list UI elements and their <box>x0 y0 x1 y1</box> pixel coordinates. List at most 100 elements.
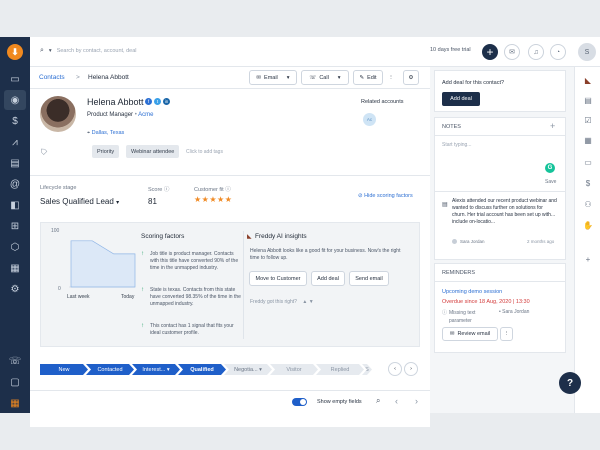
pipeline-stage[interactable]: New <box>40 364 88 375</box>
deals-icon[interactable]: $ <box>583 178 593 188</box>
customer-fit-stars: ★★★★★ <box>194 195 233 204</box>
twitter-icon[interactable]: t <box>154 98 161 105</box>
pipeline-next-icon[interactable]: › <box>404 362 418 376</box>
search-input[interactable]: Search by contact, account, deal <box>57 48 137 54</box>
products-icon[interactable]: ⊞ <box>7 218 23 234</box>
grammarly-icon[interactable]: G <box>545 163 555 173</box>
edit-button-label: Edit <box>367 74 377 81</box>
more-options-icon[interactable]: ⋮ <box>500 327 513 341</box>
contacts-icon[interactable]: ◉ <box>4 90 26 110</box>
divider <box>30 175 430 176</box>
phone-icon[interactable]: ☏ <box>7 353 23 369</box>
people-icon[interactable]: ⚇ <box>583 199 593 209</box>
message-icon[interactable]: ▢ <box>7 374 23 390</box>
edit-button[interactable]: ✎ Edit <box>353 70 383 85</box>
location-pin-icon: ⌖ <box>87 130 91 136</box>
screenshot-top-margin <box>0 0 600 37</box>
scoring-factor-text: State is texas. Contacts from this state… <box>150 287 241 307</box>
apps-grid-icon[interactable]: ▦ <box>7 395 23 411</box>
logo-icon[interactable]: ⬇ <box>7 44 23 60</box>
deal-panel: Add deal for this contact? Add deal <box>434 70 566 112</box>
add-widget-icon[interactable]: + <box>583 254 593 264</box>
search-scope-chevron-icon[interactable]: ▾ <box>49 48 52 54</box>
related-accounts-label: Related accounts <box>361 99 404 105</box>
tag-priority[interactable]: Priority <box>92 145 120 158</box>
email-button[interactable]: ✉ Email ▾ <box>249 70 297 85</box>
prev-icon[interactable]: ‹ <box>395 396 398 406</box>
reminder-title[interactable]: Upcoming demo session <box>442 289 502 295</box>
company-link[interactable]: Acme <box>138 112 153 118</box>
freddy-bot-icon: ◣ <box>247 234 252 240</box>
tag-webinar-attendee[interactable]: Webinar attendee <box>126 145 180 158</box>
pipeline-stage[interactable]: Contacted <box>86 364 134 375</box>
review-email-button[interactable]: ✉ Review email <box>442 327 498 341</box>
contact-job-title: Product Manager • Acme <box>87 112 154 118</box>
mail-icon[interactable]: ✉ <box>504 44 520 60</box>
info-icon[interactable]: ⓘ <box>164 187 170 193</box>
pipeline-stage-current[interactable]: Qualified <box>178 364 226 375</box>
breadcrumb-contacts-link[interactable]: Contacts <box>39 74 65 81</box>
thumbs-down-icon[interactable]: ▼ <box>309 299 314 305</box>
add-deal-button[interactable]: Add deal <box>311 271 345 286</box>
pipeline-stage[interactable]: Replied <box>316 364 364 375</box>
user-avatar[interactable]: S <box>578 43 596 61</box>
save-note-button[interactable]: Save <box>545 179 556 185</box>
settings-icon[interactable]: ⚙ <box>7 281 23 297</box>
facebook-icon[interactable]: f <box>145 98 152 105</box>
search-icon[interactable]: ⌕ <box>376 396 380 406</box>
pipeline-stage[interactable]: Interest... ▾ <box>132 364 180 375</box>
bell-icon[interactable]: ♫ <box>528 44 544 60</box>
email-icon[interactable]: @ <box>7 176 23 192</box>
customer-fit-label: Customer fit ⓘ <box>194 185 231 193</box>
scoring-factors-panel: 100 0 Last week Today Scoring factors ↑ … <box>40 222 420 347</box>
inbox-icon[interactable]: ▭ <box>7 71 23 87</box>
chevron-down-icon[interactable]: ▾ <box>287 75 290 81</box>
hide-scoring-factors-link[interactable]: ⊘ Hide scoring factors <box>358 193 413 199</box>
global-search[interactable]: ⌕ ▾ Search by contact, account, deal <box>40 47 137 55</box>
campaigns-icon[interactable]: ◧ <box>7 197 23 213</box>
call-button[interactable]: ☏ Call ▾ <box>301 70 349 85</box>
related-account-avatar[interactable]: Ac <box>363 113 376 126</box>
notification-icon[interactable]: ◔ <box>550 44 566 60</box>
add-deal-panel-button[interactable]: Add deal <box>442 92 480 106</box>
freddy-insights-text: Helena Abbott looks like a good fit for … <box>250 248 401 261</box>
reports-icon[interactable]: ⩘ <box>7 134 23 150</box>
calendar-icon[interactable]: ▦ <box>583 135 593 145</box>
thumbs-up-icon[interactable]: ▲ <box>302 299 307 305</box>
right-icon-rail: ◣ ▤ ☑ ▦ ▭ $ ⚇ ✋ + <box>574 67 600 413</box>
tasks-icon[interactable]: ☑ <box>583 115 593 125</box>
send-email-button[interactable]: Send email <box>349 271 389 286</box>
chevron-down-icon: ▾ <box>116 200 120 206</box>
bottom-bar: Show empty fields ⌕ ‹ › <box>30 390 430 413</box>
next-icon[interactable]: › <box>415 396 418 406</box>
document-icon[interactable]: ▦ <box>7 260 23 276</box>
more-options-icon[interactable]: ⋮ <box>385 70 397 85</box>
notes-icon[interactable]: ▤ <box>583 95 593 105</box>
deals-icon[interactable]: $ <box>7 113 23 129</box>
pipeline-stage[interactable]: Negotia... ▾ <box>224 364 272 375</box>
linkedin-icon[interactable]: in <box>163 98 170 105</box>
reminders-title: REMINDERS <box>442 270 476 276</box>
note-input[interactable]: Start typing... <box>442 142 471 148</box>
quick-add-button[interactable]: + <box>482 44 498 60</box>
job-title-text: Product Manager <box>87 112 134 118</box>
pipeline-prev-icon[interactable]: ‹ <box>388 362 402 376</box>
add-tags-link[interactable]: Click to add tags <box>186 149 223 155</box>
reminders-panel: REMINDERS Upcoming demo session Overdue … <box>434 263 566 353</box>
freddy-icon[interactable]: ◣ <box>583 75 593 85</box>
chevron-down-icon[interactable]: ▾ <box>338 75 341 81</box>
pipeline-stage[interactable]: Visitor <box>270 364 318 375</box>
folder-icon[interactable]: ▭ <box>583 157 593 167</box>
contact-location[interactable]: ⌖ Dallas, Texas <box>87 130 124 137</box>
show-empty-fields-toggle[interactable] <box>292 398 307 406</box>
score-value: 81 <box>148 197 157 206</box>
chat-icon[interactable]: ▤ <box>7 155 23 171</box>
help-button[interactable]: ? <box>559 372 581 394</box>
cube-icon[interactable]: ⬡ <box>7 239 23 255</box>
add-note-icon[interactable]: + <box>550 121 555 131</box>
move-to-customer-button[interactable]: Move to Customer <box>249 271 307 286</box>
info-icon[interactable]: ⓘ <box>225 187 231 193</box>
settings-icon[interactable]: ⚙ <box>403 70 419 85</box>
hand-icon[interactable]: ✋ <box>583 220 593 230</box>
lifecycle-stage-dropdown[interactable]: Sales Qualified Lead ▾ <box>40 197 119 206</box>
